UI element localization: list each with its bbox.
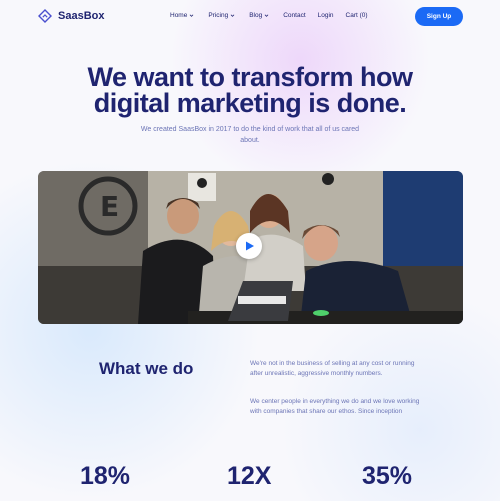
stat-value: 18% bbox=[80, 462, 131, 490]
chevron-down-icon bbox=[264, 14, 269, 17]
logo[interactable]: SaasBox bbox=[38, 9, 104, 23]
logo-icon bbox=[38, 9, 52, 23]
what-we-do-paragraph-1: We're not in the business of selling at … bbox=[250, 360, 415, 377]
what-we-do-title: What we do bbox=[99, 359, 194, 378]
nav-item-blog[interactable]: Blog bbox=[249, 12, 269, 19]
page: SaasBox Home Pricing Blog Contact Login … bbox=[0, 0, 500, 501]
nav-item-pricing[interactable]: Pricing bbox=[208, 12, 235, 19]
hero-title-line2: digital marketing is done. bbox=[93, 88, 407, 118]
play-button[interactable] bbox=[236, 233, 262, 259]
svg-text:E: E bbox=[100, 190, 119, 223]
chevron-down-icon bbox=[230, 14, 235, 17]
nav-item-login[interactable]: Login bbox=[318, 12, 334, 19]
nav-label-blog: Blog bbox=[249, 12, 263, 19]
nav-item-contact[interactable]: Contact bbox=[283, 12, 305, 19]
hero-title-line1: We want to transform how bbox=[87, 62, 413, 92]
stat-value: 35% bbox=[362, 462, 413, 490]
nav-label-home: Home bbox=[170, 12, 188, 19]
play-icon bbox=[246, 241, 254, 251]
hero-subtitle: We created SaasBox in 2017 to do the kin… bbox=[140, 126, 360, 144]
what-we-do-paragraph-2: We center people in everything we do and… bbox=[250, 398, 420, 415]
nav-item-cart[interactable]: Cart (0) bbox=[346, 12, 368, 19]
stat-value: 12X bbox=[227, 462, 272, 490]
brand-name: SaasBox bbox=[58, 10, 105, 22]
chevron-down-icon bbox=[190, 14, 194, 17]
nav-label-pricing: Pricing bbox=[208, 12, 229, 19]
signup-button[interactable]: Sign Up bbox=[415, 7, 463, 26]
main-nav: Home Pricing Blog Contact Login Cart (0) bbox=[170, 12, 368, 19]
header: SaasBox Home Pricing Blog Contact Login … bbox=[0, 0, 500, 34]
hero-title: We want to transform how digital marketi… bbox=[50, 62, 450, 118]
nav-item-home[interactable]: Home bbox=[170, 12, 194, 19]
